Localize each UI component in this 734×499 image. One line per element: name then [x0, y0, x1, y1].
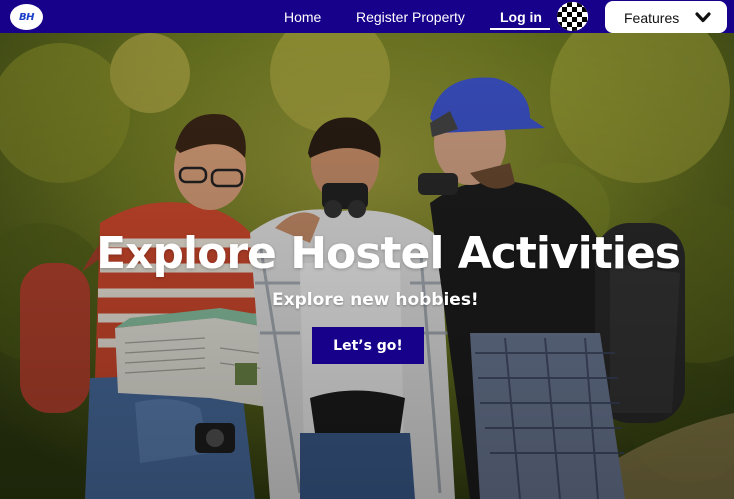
hero-subtitle: Explore new hobbies! — [272, 290, 479, 310]
features-label: Features — [624, 10, 680, 26]
top-navigation-bar: BH Home Register Property Log in Feature… — [0, 0, 734, 33]
checkered-avatar-icon[interactable] — [557, 2, 588, 31]
hero-title: Explore Hostel Activities — [96, 228, 681, 279]
hero-banner: Explore Hostel Activities Explore new ho… — [0, 33, 734, 499]
nav-link-home[interactable]: Home — [284, 9, 321, 25]
nav-link-register-property[interactable]: Register Property — [356, 9, 465, 25]
logo[interactable]: BH — [10, 4, 43, 30]
logo-text: BH — [19, 11, 35, 23]
chevron-down-icon — [695, 11, 711, 29]
lets-go-button[interactable]: Let’s go! — [312, 327, 424, 364]
active-link-underline — [490, 28, 550, 30]
nav-link-log-in[interactable]: Log in — [500, 9, 542, 25]
features-dropdown-button[interactable]: Features — [605, 1, 727, 33]
